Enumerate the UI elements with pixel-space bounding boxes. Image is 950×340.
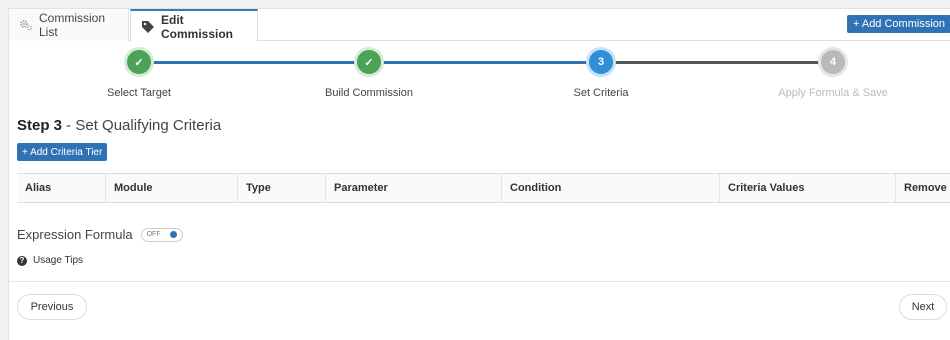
step-3-indicator: 3 (586, 47, 616, 77)
criteria-table-header: Alias Module Type Parameter Condition Cr… (17, 173, 950, 203)
column-type[interactable]: Type (237, 174, 325, 202)
add-criteria-tier-button[interactable]: + Add Criteria Tier (17, 143, 108, 161)
toggle-knob (169, 231, 177, 238)
step-4-label: Apply Formula & Save (778, 87, 888, 99)
column-parameter[interactable]: Parameter (325, 174, 501, 202)
step-2-label: Build Commission (324, 87, 414, 99)
tag-icon (141, 20, 155, 34)
tab-commission-list[interactable]: Commission List (9, 9, 129, 41)
previous-button[interactable]: Previous (17, 294, 87, 320)
column-alias[interactable]: Alias (17, 174, 105, 202)
tab-bar: Commission List Edit Commission + Add Co… (9, 9, 950, 42)
step-3-label: Set Criteria (573, 87, 629, 99)
step-number: Step 3 (17, 117, 63, 134)
commission-editor: Commission List Edit Commission + Add Co… (8, 8, 950, 340)
toggle-state: OFF (146, 231, 161, 238)
step-2-check-icon: ✓ (354, 47, 384, 77)
page-title: Step 3 - Set Qualifying Criteria (17, 117, 221, 134)
column-module[interactable]: Module (105, 174, 237, 202)
tab-label: Edit Commission (161, 12, 234, 41)
question-icon: ? (17, 255, 27, 266)
tab-edit-commission[interactable]: Edit Commission (130, 9, 258, 42)
step-1-check-icon: ✓ (124, 47, 154, 77)
usage-tips-link[interactable]: ? Usage Tips (17, 255, 83, 266)
gears-icon (19, 18, 33, 32)
wizard-steps: ✓ Select Target ✓ Build Commission 3 Set… (9, 41, 950, 111)
usage-tips-label: Usage Tips (33, 255, 84, 266)
wizard-connector (139, 61, 369, 64)
column-criteria-values[interactable]: Criteria Values (719, 174, 895, 202)
add-commission-button[interactable]: + Add Commission (846, 15, 950, 33)
wizard-connector (601, 61, 833, 64)
step-4-indicator: 4 (818, 47, 848, 77)
footer-divider (9, 281, 950, 282)
expression-formula-toggle[interactable]: OFF (140, 227, 183, 242)
step-1-label: Select Target (106, 87, 171, 99)
expression-formula-label: Expression Formula (17, 227, 133, 242)
column-remove[interactable]: Remove (895, 174, 950, 202)
tab-label: Commission List (39, 11, 106, 39)
step-title-text: - Set Qualifying Criteria (62, 117, 222, 134)
column-condition[interactable]: Condition (501, 174, 719, 202)
wizard-connector (369, 61, 601, 64)
next-button[interactable]: Next (899, 294, 947, 320)
expression-formula: Expression Formula OFF (17, 227, 183, 242)
